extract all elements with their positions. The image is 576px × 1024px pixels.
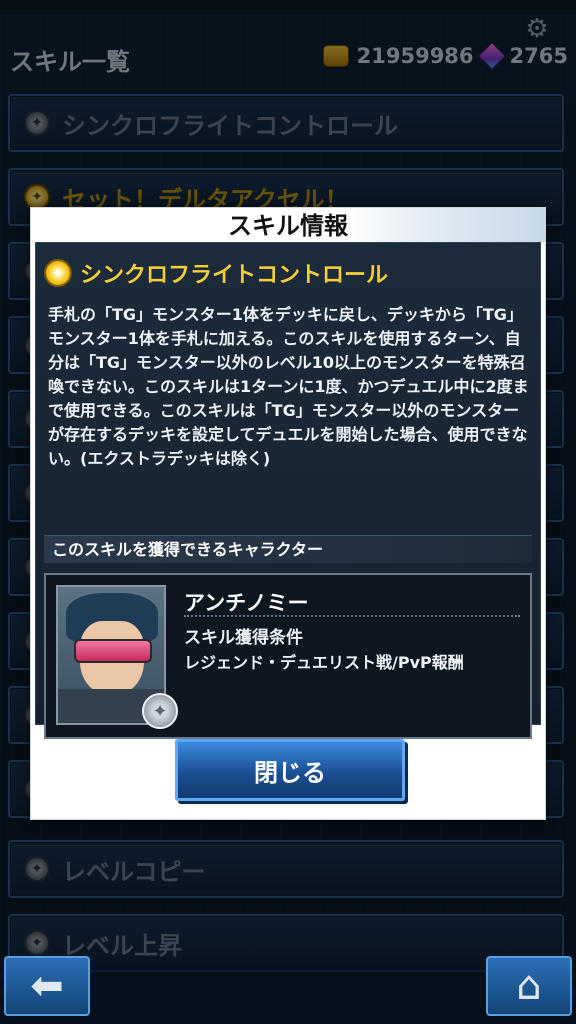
- condition-value: レジェンド・デュエリスト戦/PvP報酬: [184, 653, 464, 672]
- close-button[interactable]: 閉じる: [175, 739, 405, 801]
- condition-label: スキル獲得条件: [184, 628, 303, 648]
- skill-header: ✦ シンクロフライトコントロール: [44, 257, 388, 289]
- skill-star-icon: ✦: [44, 259, 72, 287]
- skill-description: 手札の「TG」モンスター1体をデッキに戻し、デッキから「TG」モンスター1体を手…: [48, 305, 529, 468]
- skill-badge-icon: ✦: [142, 693, 178, 729]
- divider: [184, 615, 520, 617]
- home-icon: ⌂: [516, 963, 542, 1009]
- arrow-left-icon: ⬅: [30, 963, 64, 1009]
- dialog-title: スキル情報: [31, 208, 545, 242]
- skill-name: シンクロフライトコントロール: [80, 263, 389, 288]
- dialog-body: ✦ シンクロフライトコントロール 手札の「TG」モンスター1体をデッキに戻し、デ…: [35, 242, 541, 739]
- skill-info-dialog: スキル情報 ✦ シンクロフライトコントロール 手札の「TG」モンスター1体をデッ…: [30, 207, 546, 820]
- back-button[interactable]: ⬅: [4, 956, 90, 1016]
- character-card: ✦ アンチノミー スキル獲得条件 レジェンド・デュエリスト戦/PvP報酬: [44, 573, 532, 739]
- section-header: このスキルを獲得できるキャラクター: [44, 535, 532, 563]
- home-button[interactable]: ⌂: [486, 956, 572, 1016]
- bottom-bar: ⬅ ⌂: [0, 954, 576, 1024]
- character-name: アンチノミー: [184, 591, 309, 615]
